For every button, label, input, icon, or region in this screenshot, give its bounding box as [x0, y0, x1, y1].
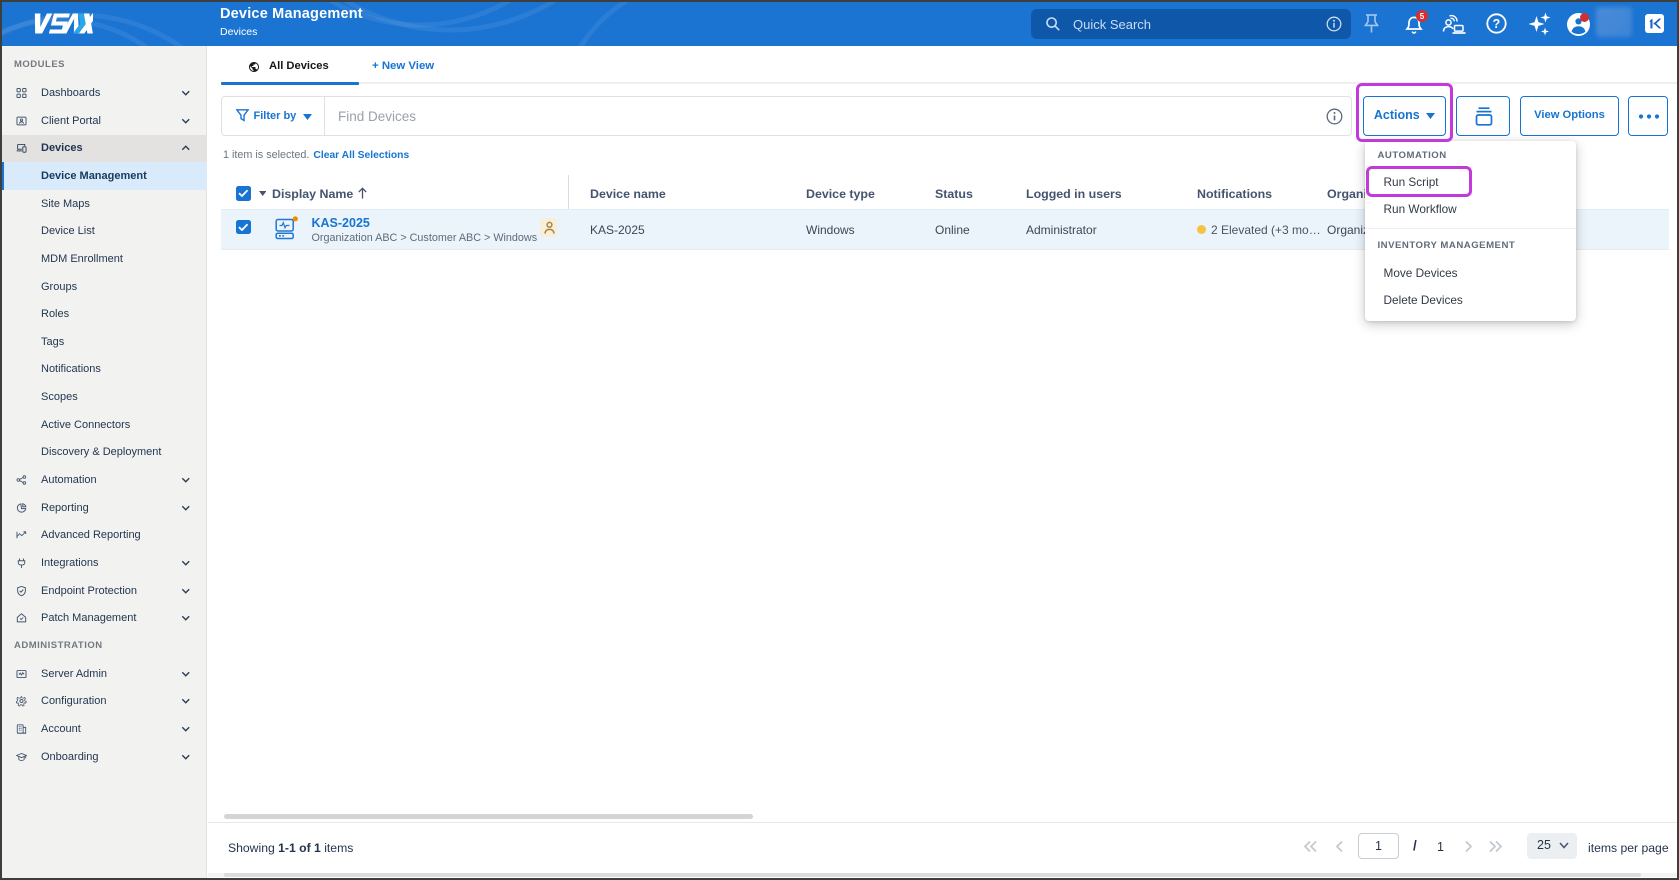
svg-text:?: ?	[1493, 17, 1501, 31]
svg-text:5: 5	[1420, 11, 1425, 20]
